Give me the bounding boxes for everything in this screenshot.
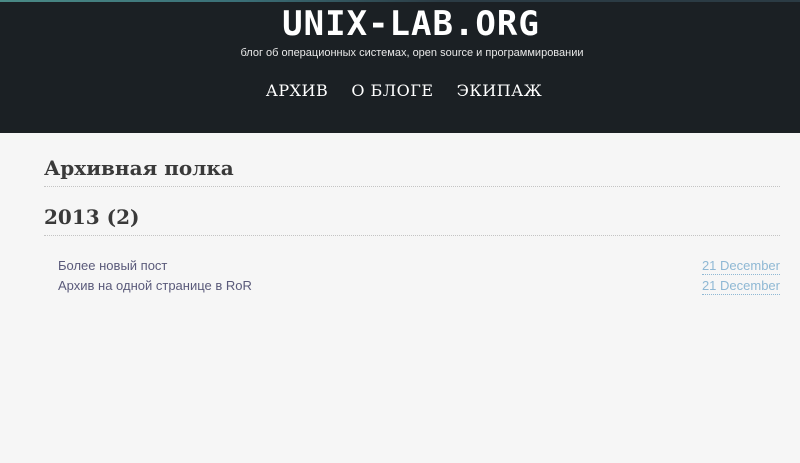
post-title-link[interactable]: Архив на одной странице в RoR (58, 276, 252, 296)
page-title: Архивная полка (44, 155, 780, 187)
site-tagline: блог об операционных системах, open sour… (240, 47, 584, 59)
year-label: 2013 (44, 205, 100, 229)
main-nav: АРХИВ О БЛОГЕ ЭКИПАЖ (0, 80, 800, 102)
site-logo-title[interactable]: UNIX-LAB.ORG (0, 4, 800, 44)
nav-item-archive[interactable]: АРХИВ (266, 81, 328, 100)
year-heading: 2013 (2) (44, 204, 780, 236)
nav-item-crew[interactable]: ЭКИПАЖ (457, 81, 543, 100)
post-date: 21 December (701, 258, 780, 275)
post-list: Более новый пост 21 December Архив на од… (44, 256, 780, 296)
site-header: UNIX-LAB.ORG блог об операционных систем… (0, 0, 800, 133)
top-accent-strip (0, 0, 800, 2)
year-post-count: (2) (106, 205, 140, 229)
list-item: Архив на одной странице в RoR 21 Decembe… (58, 276, 780, 296)
post-title-link[interactable]: Более новый пост (58, 256, 167, 276)
list-item: Более новый пост 21 December (58, 256, 780, 276)
post-date: 21 December (701, 278, 780, 295)
nav-item-about[interactable]: О БЛОГЕ (351, 81, 433, 100)
main-content: Архивная полка 2013 (2) Более новый пост… (44, 155, 780, 296)
